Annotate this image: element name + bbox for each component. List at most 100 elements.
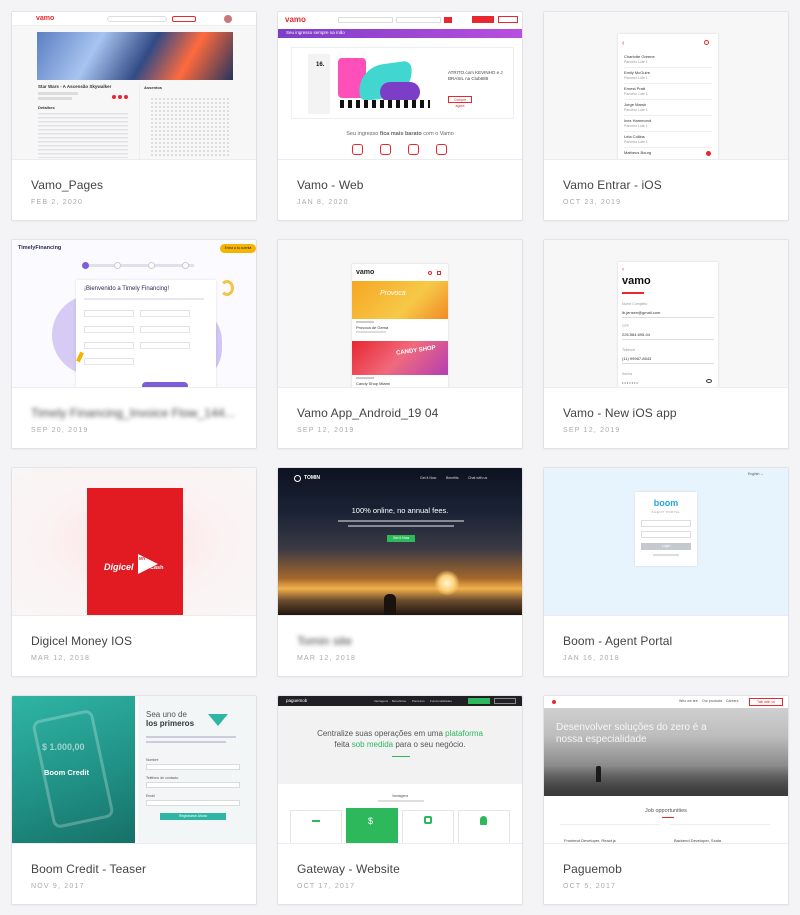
contact-name: Ernest Pratt <box>624 86 646 91</box>
thumb-event: Provoca de Gema <box>356 325 389 330</box>
thumb-section: Vantagens <box>391 794 409 798</box>
thumb-job: Frontend Developer, React.js <box>564 838 616 843</box>
thumb-sub: AGENT PORTAL <box>651 510 681 514</box>
card-date: OCT 5, 2017 <box>563 883 617 890</box>
thumb-headline: Centralize suas operações em uma <box>317 729 446 738</box>
card-thumbnail: $ 1.000,00 Boom Credit Sea uno de los pr… <box>12 696 256 844</box>
project-card[interactable]: TimelyFinancing Entra a tu cuenta ¡Bienv… <box>11 239 257 449</box>
card-date: MAR 12, 2018 <box>31 655 91 662</box>
thumb-headline-highlight: sob medida <box>351 740 394 749</box>
project-card[interactable]: vamo Star Wars - A Ascensão Skywalker De… <box>11 11 257 221</box>
contact-name: Charlotte Greene <box>624 54 655 59</box>
contact-name: Emily McGuire <box>624 70 651 75</box>
field-label: Telefone <box>622 348 636 352</box>
card-title[interactable]: Gateway - Website <box>297 862 400 876</box>
card-date: OCT 17, 2017 <box>297 883 356 890</box>
card-title[interactable]: Timely Financing_Invoice Flow_144... <box>31 406 235 420</box>
contact-sub: Parceiro Lote 1 <box>624 92 648 96</box>
thumb-event: Candy Shop Miami <box>356 381 390 386</box>
thumb-logo: vamo <box>622 275 651 287</box>
thumb-logo: TimelyFinancing <box>18 245 62 251</box>
thumb-nav: Get it Now <box>420 476 437 480</box>
thumb-hero: Desenvolver soluções do zero é a nossa e… <box>556 722 707 745</box>
thumb-nav: Parceiros <box>412 699 425 703</box>
card-thumbnail: vamo Star Wars - A Ascensão Skywalker De… <box>12 12 256 160</box>
thumb-day: 16. <box>316 62 325 68</box>
thumb-cta: Talk with us <box>749 698 783 706</box>
thumb-heading: Star Wars - A Ascensão Skywalker <box>38 84 112 89</box>
card-title[interactable]: Digicel Money IOS <box>31 634 132 648</box>
card-title[interactable]: Vamo - New iOS app <box>563 406 677 420</box>
project-card[interactable]: Digicel MY Cash Digicel Money IOS MAR 12… <box>11 467 257 677</box>
thumb-headline: feita <box>334 740 352 749</box>
thumb-headline: 100% online, no annual fees. <box>351 506 449 515</box>
card-title[interactable]: Vamo Entrar - iOS <box>563 178 662 192</box>
thumb-logo: vamo <box>36 15 55 22</box>
card-date: JAN 16, 2018 <box>563 655 620 662</box>
thumb-tagline-end: com o Vamo <box>421 131 454 137</box>
thumb-section: Job opportunities <box>645 808 687 814</box>
thumb-lang: English ⌄ <box>748 472 764 476</box>
project-card[interactable]: TOMIN Get it Now Benefits Chat with us 1… <box>277 467 523 677</box>
card-date: FEB 2, 2020 <box>31 199 84 206</box>
card-title[interactable]: Boom Credit - Teaser <box>31 862 146 876</box>
card-title[interactable]: Boom - Agent Portal <box>563 634 672 648</box>
card-title[interactable]: Vamo - Web <box>297 178 364 192</box>
project-card[interactable]: vamo Seu ingresso sempre na mão 16. ATRI… <box>277 11 523 221</box>
thumb-tagline: Seu ingresso <box>346 131 380 137</box>
thumb-badge-bottom: Cash <box>150 565 164 571</box>
card-date: SEP 12, 2019 <box>297 427 355 434</box>
card-title[interactable]: Vamo_Pages <box>31 178 103 192</box>
thumb-nav: Benefícios <box>392 699 407 703</box>
thumb-title: ¡Bienvenido a Timely Financing! <box>84 286 170 292</box>
contact-sub: Parceiro Lote 1 <box>624 140 648 144</box>
field-label: Senha <box>622 372 633 376</box>
contact-sub: Parceiro Lote 1 <box>624 76 648 80</box>
thumb-nav: Funcionalidades <box>430 699 452 703</box>
contact-sub: Parceiro Lote 1 <box>624 108 648 112</box>
card-thumbnail: Digicel MY Cash <box>12 468 256 616</box>
card-thumbnail: ‹ vamo Nome Completo lb.jensen@gmail.com… <box>544 240 788 388</box>
project-card[interactable]: ‹ vamo Nome Completo lb.jensen@gmail.com… <box>543 239 789 449</box>
thumb-job: Backend Developer, Scala <box>674 838 721 843</box>
thumb-amount: $ 1.000,00 <box>42 742 85 752</box>
card-thumbnail: TimelyFinancing Entra a tu cuenta ¡Bienv… <box>12 240 256 388</box>
card-date: MAR 12, 2018 <box>297 655 357 662</box>
card-thumbnail: paguemob Vantagens Benefícios Parceiros … <box>278 696 522 844</box>
project-card[interactable]: ‹ Charlotte Greene Parceiro Lote 1 Emily… <box>543 11 789 221</box>
thumb-logo: vamo <box>356 269 375 276</box>
card-date: SEP 20, 2019 <box>31 427 89 434</box>
thumb-tagline-bold: fica mais barato <box>379 131 422 137</box>
thumb-cta: Compre agora <box>448 96 472 108</box>
field-label: Nombre <box>146 758 159 762</box>
card-title[interactable]: Vamo App_Android_19 04 <box>297 406 438 420</box>
thumb-section: Detalhes <box>38 105 55 110</box>
contact-name: Jorge Marsh <box>624 102 647 107</box>
project-card[interactable]: Who we are Our products Careers Talk wit… <box>543 695 789 905</box>
card-thumbnail: TOMIN Get it Now Benefits Chat with us 1… <box>278 468 522 616</box>
thumb-badge-top: MY <box>139 556 146 561</box>
thumb-login: Login <box>641 543 691 550</box>
thumb-headline: para o seu negócio. <box>393 740 466 749</box>
card-title[interactable]: Tomin site <box>297 634 352 648</box>
thumb-nav: Chat with us <box>468 476 488 480</box>
field-label: Nome Completo <box>622 302 648 306</box>
thumb-logo: paguemob <box>286 698 308 703</box>
thumb-cta: Get it Now <box>387 535 415 542</box>
card-thumbnail: English ⌄ boom AGENT PORTAL Login <box>544 468 788 616</box>
project-card[interactable]: vamo Provoca Provoca de Gema CANDY SHOP … <box>277 239 523 449</box>
thumb-logo: boom <box>653 498 679 508</box>
card-date: NOV 9, 2017 <box>31 883 85 890</box>
card-title[interactable]: Paguemob <box>563 862 622 876</box>
contact-name: Lela Collins <box>624 134 645 139</box>
project-card[interactable]: paguemob Vantagens Benefícios Parceiros … <box>277 695 523 905</box>
field-label: Email <box>146 794 155 798</box>
thumb-poster-text: Provoca <box>380 290 406 297</box>
field-value: lb.jensen@gmail.com <box>622 310 661 315</box>
project-card[interactable]: $ 1.000,00 Boom Credit Sea uno de los pr… <box>11 695 257 905</box>
project-card[interactable]: English ⌄ boom AGENT PORTAL Login Boom -… <box>543 467 789 677</box>
thumb-nav: Vantagens <box>374 699 389 703</box>
card-thumbnail: vamo Seu ingresso sempre na mão 16. ATRI… <box>278 12 522 160</box>
thumb-brand: Boom Credit <box>44 768 89 777</box>
thumb-nav: Careers <box>726 699 739 703</box>
